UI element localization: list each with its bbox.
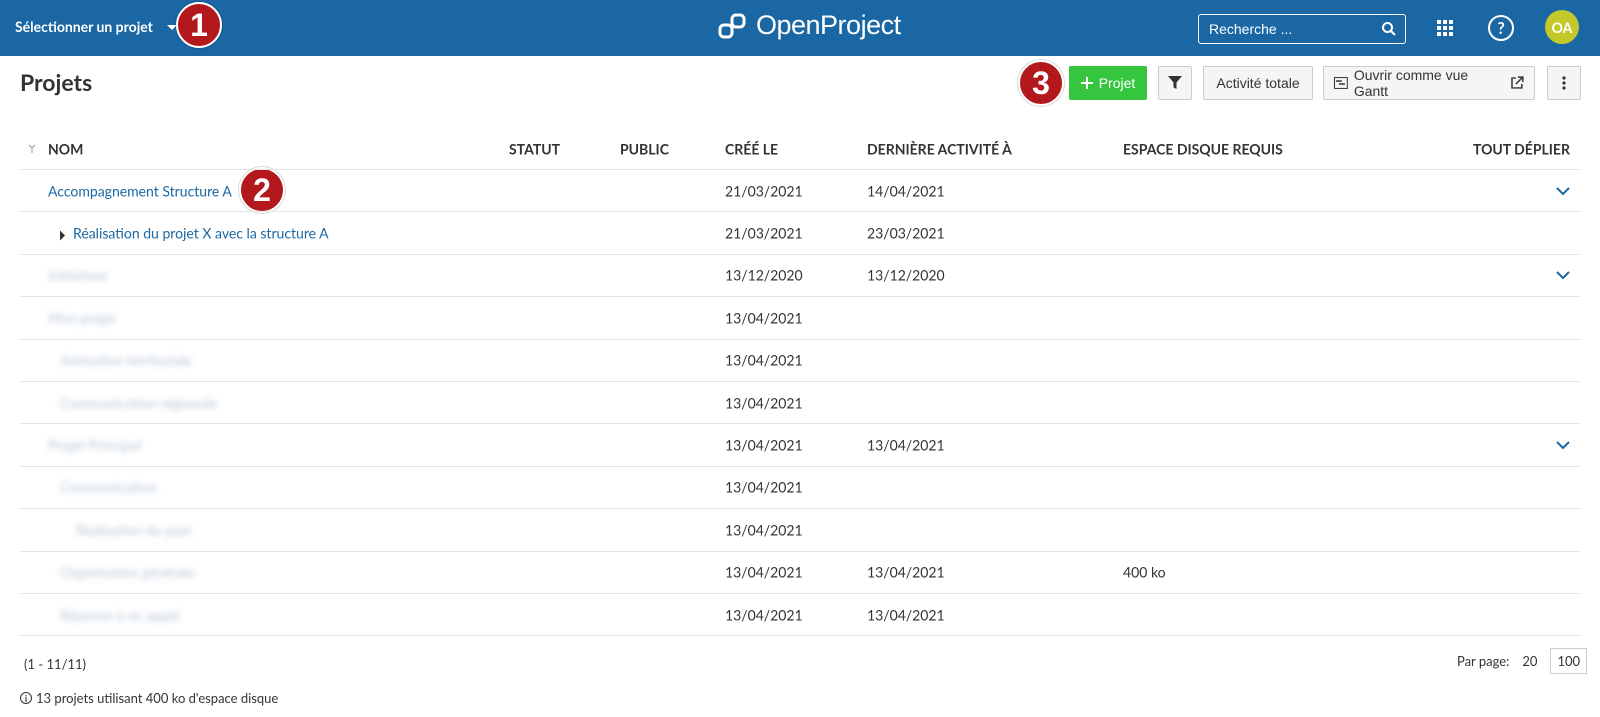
openproject-logo-icon: [718, 13, 746, 38]
chevron-down-icon[interactable]: [1556, 186, 1570, 196]
annotation-marker-3: 3: [1018, 60, 1064, 106]
table-row: Réalisation du projet X avec la structur…: [20, 212, 1580, 255]
table-row: Initiatives 13/12/2020 13/12/2020: [20, 255, 1580, 298]
expand-all-button[interactable]: TOUT DÉPLIER: [1473, 140, 1570, 157]
page-title: Projets: [20, 68, 93, 96]
project-name-cell: Réalisation du projet X avec la structur…: [60, 225, 329, 242]
created-date: 13/04/2021: [725, 563, 803, 581]
search-input[interactable]: [1209, 21, 1369, 37]
created-date: 13/04/2021: [725, 394, 803, 412]
disk-space: 400 ko: [1123, 563, 1166, 581]
annotation-marker-1-label: 1: [190, 6, 208, 43]
table-row: Organisation générale 13/04/2021 13/04/2…: [20, 552, 1580, 594]
sort-icon[interactable]: [28, 144, 36, 154]
help-glyph: ?: [1497, 18, 1505, 38]
table-row: Réponse à un appel 13/04/2021 13/04/2021: [20, 594, 1580, 637]
openproject-logo[interactable]: OpenProject: [718, 10, 901, 41]
last-activity-date: 13/12/2020: [867, 266, 945, 284]
open-gantt-button[interactable]: Ouvrir comme vue Gantt: [1323, 66, 1535, 100]
top-navigation-bar: Sélectionner un projet OpenProject ? OA: [0, 0, 1600, 56]
new-project-button[interactable]: Projet: [1069, 66, 1147, 100]
project-link[interactable]: Accompagnement Structure A: [48, 182, 232, 199]
caret-right-icon[interactable]: [60, 230, 65, 241]
total-activity-label: Activité totale: [1216, 75, 1300, 91]
project-link-blurred[interactable]: Réalisation du plan: [76, 521, 191, 538]
last-activity-date: 23/03/2021: [867, 224, 945, 242]
table-row: Communication régionale 13/04/2021: [20, 382, 1580, 425]
table-header-row: NOM STATUT PUBLIC CRÉÉ LE DERNIÈRE ACTIV…: [20, 128, 1580, 170]
column-header-name[interactable]: NOM: [48, 140, 83, 157]
table-row: Animation territoriale 13/04/2021: [20, 340, 1580, 382]
project-selector[interactable]: Sélectionner un projet: [15, 18, 177, 35]
filter-button[interactable]: [1158, 66, 1192, 100]
logo-text: OpenProject: [756, 10, 901, 40]
annotation-marker-1: 1: [176, 2, 222, 48]
created-date: 13/04/2021: [725, 478, 803, 496]
created-date: 13/04/2021: [725, 521, 803, 539]
pagination-range: (1 - 11/11): [24, 656, 87, 672]
created-date: 21/03/2021: [725, 224, 803, 242]
project-link-blurred[interactable]: Organisation générale: [60, 564, 195, 581]
modules-grid-icon[interactable]: [1437, 20, 1453, 36]
column-header-last-activity[interactable]: DERNIÈRE ACTIVITÉ À: [867, 140, 1012, 157]
last-activity-date: 13/04/2021: [867, 563, 945, 581]
created-date: 13/04/2021: [725, 351, 803, 369]
project-link-blurred[interactable]: Communication: [60, 479, 157, 496]
chevron-down-icon[interactable]: [1556, 270, 1570, 280]
table-row: Projet Principal 13/04/2021 13/04/2021: [20, 424, 1580, 467]
last-activity-date: 13/04/2021: [867, 606, 945, 624]
help-icon[interactable]: ?: [1488, 15, 1514, 41]
created-date: 13/04/2021: [725, 309, 803, 327]
total-activity-button[interactable]: Activité totale: [1203, 66, 1313, 100]
project-link-blurred[interactable]: Réponse à un appel: [60, 606, 179, 623]
per-page-label: Par page:: [1457, 653, 1510, 669]
search-box[interactable]: [1198, 14, 1406, 44]
created-date: 13/04/2021: [725, 436, 803, 454]
new-project-label: Projet: [1098, 75, 1136, 91]
column-header-statut[interactable]: STATUT: [509, 140, 560, 157]
created-date: 13/04/2021: [725, 606, 803, 624]
avatar[interactable]: OA: [1545, 10, 1579, 44]
per-page-option-20[interactable]: 20: [1517, 649, 1542, 673]
project-link-blurred[interactable]: Mon projet: [48, 309, 116, 326]
column-header-disk-space[interactable]: ESPACE DISQUE REQUIS: [1123, 140, 1283, 157]
last-activity-date: 13/04/2021: [867, 436, 945, 454]
info-icon: i: [20, 692, 32, 704]
disk-usage-text: 13 projets utilisant 400 ko d'espace dis…: [36, 690, 279, 706]
project-selector-label: Sélectionner un projet: [15, 18, 153, 35]
disk-usage-note: i 13 projets utilisant 400 ko d'espace d…: [20, 690, 278, 706]
project-link-blurred[interactable]: Initiatives: [48, 267, 108, 284]
gantt-icon: [1334, 77, 1348, 89]
created-date: 13/12/2020: [725, 266, 803, 284]
avatar-initials: OA: [1551, 18, 1573, 36]
last-activity-date: 14/04/2021: [867, 182, 945, 200]
created-date: 21/03/2021: [725, 182, 803, 200]
per-page-option-100[interactable]: 100: [1550, 648, 1588, 674]
project-link-blurred[interactable]: Projet Principal: [48, 437, 141, 454]
open-gantt-label: Ouvrir comme vue Gantt: [1353, 67, 1469, 99]
project-link-blurred[interactable]: Communication régionale: [60, 394, 217, 411]
chevron-down-icon[interactable]: [1556, 440, 1570, 450]
plus-icon: [1080, 77, 1093, 89]
project-link-blurred[interactable]: Animation territoriale: [60, 352, 192, 369]
table-row: Accompagnement Structure A 21/03/2021 14…: [20, 170, 1580, 213]
table-row: Communication 13/04/2021: [20, 467, 1580, 510]
annotation-marker-3-label: 3: [1032, 64, 1050, 101]
per-page-selector: Par page: 20 100: [1457, 648, 1588, 674]
external-link-icon: [1511, 76, 1524, 89]
more-menu-button[interactable]: [1547, 66, 1581, 100]
kebab-menu-icon: [1562, 76, 1566, 90]
table-row: Réalisation du plan 13/04/2021: [20, 509, 1580, 552]
column-header-created[interactable]: CRÉÉ LE: [725, 140, 778, 157]
column-header-public[interactable]: PUBLIC: [620, 140, 669, 157]
table-row: Mon projet 13/04/2021: [20, 297, 1580, 340]
search-icon[interactable]: [1381, 21, 1397, 37]
project-link[interactable]: Réalisation du projet X avec la structur…: [73, 225, 329, 242]
filter-icon: [1168, 76, 1182, 89]
projects-table: NOM STATUT PUBLIC CRÉÉ LE DERNIÈRE ACTIV…: [20, 128, 1580, 637]
